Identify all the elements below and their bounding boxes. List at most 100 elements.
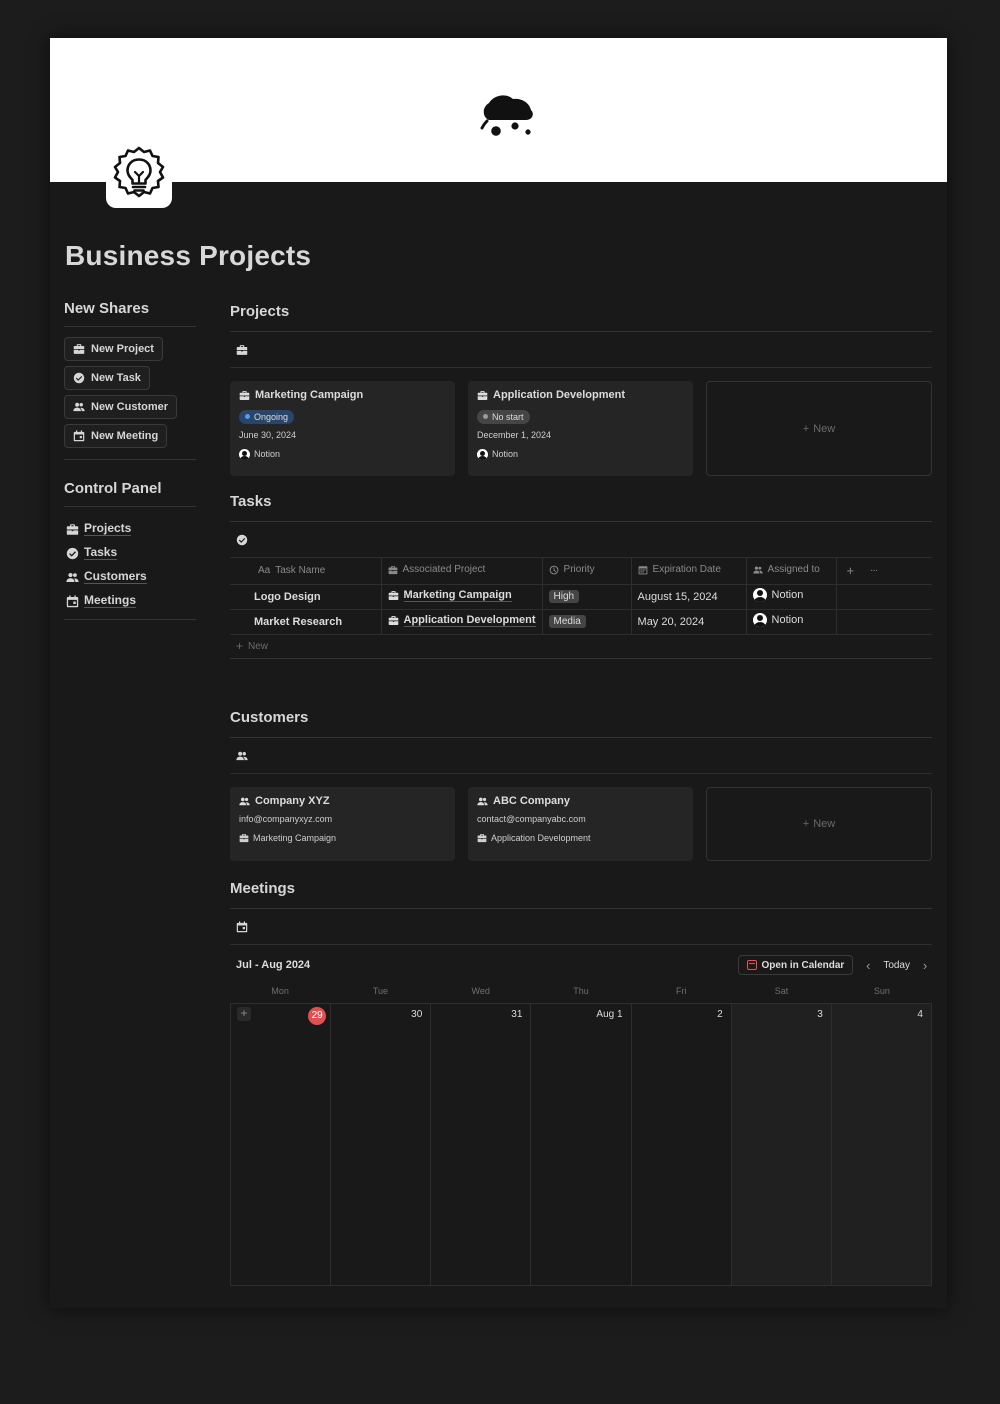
expiration-date-cell[interactable]: May 20, 2024 bbox=[631, 609, 747, 635]
people-icon bbox=[236, 750, 248, 762]
project-card-title: Marketing Campaign bbox=[255, 389, 364, 401]
table-row[interactable]: Market Research Application Development … bbox=[230, 609, 932, 635]
calendar-toolbar: Jul - Aug 2024 Open in Calendar ‹ Today … bbox=[230, 949, 932, 981]
customer-email: info@companyxyz.com bbox=[239, 813, 333, 824]
calendar-day-cell[interactable]: + 29 bbox=[231, 1004, 332, 1285]
avatar bbox=[752, 613, 767, 627]
day-number: Aug 1 bbox=[596, 1009, 623, 1020]
projects-view-tab[interactable] bbox=[230, 332, 932, 368]
customer-card[interactable]: ABC Company contact@companyabc.com Appli… bbox=[468, 787, 693, 861]
control-panel-link-customers[interactable]: Customers bbox=[64, 565, 196, 589]
calendar-day-cell[interactable]: Aug 1 bbox=[531, 1004, 632, 1285]
tasks-view-tab[interactable] bbox=[230, 522, 932, 558]
new-task-button[interactable]: New Task bbox=[64, 366, 150, 390]
people-icon bbox=[753, 565, 763, 575]
tasks-heading: Tasks bbox=[230, 492, 932, 522]
open-in-calendar-button[interactable]: Open in Calendar bbox=[737, 955, 854, 975]
new-customer-card-button[interactable]: + New bbox=[706, 787, 932, 861]
column-header-assigned-to[interactable]: Assigned to bbox=[746, 558, 837, 585]
people-icon bbox=[477, 796, 488, 807]
customer-email: contact@companyabc.com bbox=[477, 813, 586, 824]
customer-card[interactable]: Company XYZ info@companyxyz.com Marketin… bbox=[230, 787, 455, 861]
associated-project-cell[interactable]: Application Development bbox=[381, 609, 543, 635]
meetings-heading: Meetings bbox=[230, 879, 932, 909]
table-row[interactable]: Logo Design Marketing Campaign High Augu… bbox=[230, 584, 932, 610]
briefcase-icon bbox=[73, 343, 85, 355]
avatar bbox=[752, 588, 767, 602]
add-event-button[interactable]: + bbox=[237, 1007, 251, 1021]
calendar-icon bbox=[66, 595, 79, 608]
plus-icon: + bbox=[802, 422, 810, 435]
calendar-week-grid: + 29 30 31 Aug 1 2 3 4 bbox=[230, 1003, 932, 1286]
assigned-to-cell[interactable]: Notion bbox=[746, 584, 837, 610]
briefcase-icon bbox=[66, 523, 79, 536]
meetings-view-tab[interactable] bbox=[230, 909, 932, 945]
add-column-button[interactable]: + bbox=[836, 558, 865, 585]
column-header-expiration-date[interactable]: Expiration Date bbox=[631, 558, 747, 585]
column-header-task-name[interactable]: Aa Task Name bbox=[230, 558, 382, 585]
status-badge: No start bbox=[477, 409, 530, 424]
calendar-day-cell[interactable]: 30 bbox=[331, 1004, 432, 1285]
column-header-associated-project[interactable]: Associated Project bbox=[381, 558, 543, 585]
today-button[interactable]: Today bbox=[883, 960, 910, 971]
customers-view-tab[interactable] bbox=[230, 738, 932, 774]
customers-section: Customers Company XYZ info@companyxyz.co… bbox=[230, 708, 932, 861]
associated-project-cell[interactable]: Marketing Campaign bbox=[381, 584, 543, 610]
day-number: 4 bbox=[917, 1009, 923, 1020]
task-name-cell[interactable]: Logo Design bbox=[230, 584, 382, 610]
calendar-day-cell[interactable]: 3 bbox=[731, 1004, 832, 1285]
priority-tag: Media bbox=[548, 615, 586, 628]
control-panel-links: Projects Tasks Customers Meetings bbox=[64, 507, 196, 620]
chevron-right-icon[interactable]: › bbox=[918, 958, 932, 973]
column-header-priority[interactable]: Priority bbox=[542, 558, 632, 585]
new-project-button[interactable]: New Project bbox=[64, 337, 163, 361]
left-column: New Shares New Project New Task New Cust… bbox=[64, 300, 196, 620]
page-cover[interactable] bbox=[50, 38, 947, 182]
control-panel-link-projects[interactable]: Projects bbox=[64, 517, 196, 541]
status-dot bbox=[483, 414, 488, 419]
day-number: 31 bbox=[511, 1009, 523, 1020]
customers-heading: Customers bbox=[230, 708, 932, 738]
briefcase-icon bbox=[239, 833, 249, 843]
project-card[interactable]: Marketing Campaign Ongoing June 30, 2024… bbox=[230, 381, 455, 476]
control-panel-heading: Control Panel bbox=[64, 480, 196, 507]
calendar-day-cell[interactable]: 31 bbox=[431, 1004, 532, 1285]
calendar-day-cell[interactable]: 2 bbox=[632, 1004, 732, 1285]
calendar-icon bbox=[73, 430, 85, 442]
weekday-label: Wed bbox=[471, 986, 490, 996]
day-number: 30 bbox=[411, 1009, 423, 1020]
avatar bbox=[239, 448, 250, 460]
calendar-icon bbox=[638, 565, 648, 575]
avatar bbox=[477, 448, 488, 460]
customers-gallery: Company XYZ info@companyxyz.com Marketin… bbox=[230, 787, 932, 861]
more-options-icon[interactable]: ··· bbox=[864, 558, 932, 585]
new-meeting-button[interactable]: New Meeting bbox=[64, 424, 168, 448]
page-title: Business Projects bbox=[65, 240, 312, 271]
customer-project: Application Development bbox=[477, 831, 684, 844]
new-customer-button[interactable]: New Customer bbox=[64, 395, 178, 419]
calendar-icon bbox=[236, 921, 248, 933]
tasks-section: Tasks Aa Task Name Associated Project Pri… bbox=[230, 492, 932, 659]
customer-card-title: ABC Company bbox=[493, 795, 571, 807]
calendar-day-cell[interactable]: 4 bbox=[831, 1004, 931, 1285]
priority-cell[interactable]: Media bbox=[542, 609, 632, 635]
empty-cell bbox=[836, 609, 932, 635]
text-aa-icon: Aa bbox=[258, 565, 271, 577]
control-panel-link-tasks[interactable]: Tasks bbox=[64, 541, 196, 565]
new-task-row-button[interactable]: + New bbox=[230, 635, 932, 659]
lightbulb-badge-icon[interactable] bbox=[106, 142, 172, 208]
expiration-date-cell[interactable]: August 15, 2024 bbox=[631, 584, 747, 610]
priority-cell[interactable]: High bbox=[542, 584, 632, 610]
new-project-card-button[interactable]: + New bbox=[706, 381, 932, 476]
task-name-cell[interactable]: Market Research bbox=[230, 609, 382, 635]
status-badge: Ongoing bbox=[239, 409, 295, 424]
chevron-left-icon[interactable]: ‹ bbox=[861, 958, 875, 973]
assigned-to-cell[interactable]: Notion bbox=[746, 609, 837, 635]
day-number: 3 bbox=[817, 1009, 823, 1020]
briefcase-icon bbox=[477, 833, 487, 843]
control-panel-link-meetings[interactable]: Meetings bbox=[64, 589, 196, 613]
status-dot bbox=[245, 414, 250, 419]
check-circle-icon bbox=[66, 547, 79, 560]
project-card[interactable]: Application Development No start Decembe… bbox=[468, 381, 693, 476]
customer-card-title: Company XYZ bbox=[255, 795, 330, 807]
